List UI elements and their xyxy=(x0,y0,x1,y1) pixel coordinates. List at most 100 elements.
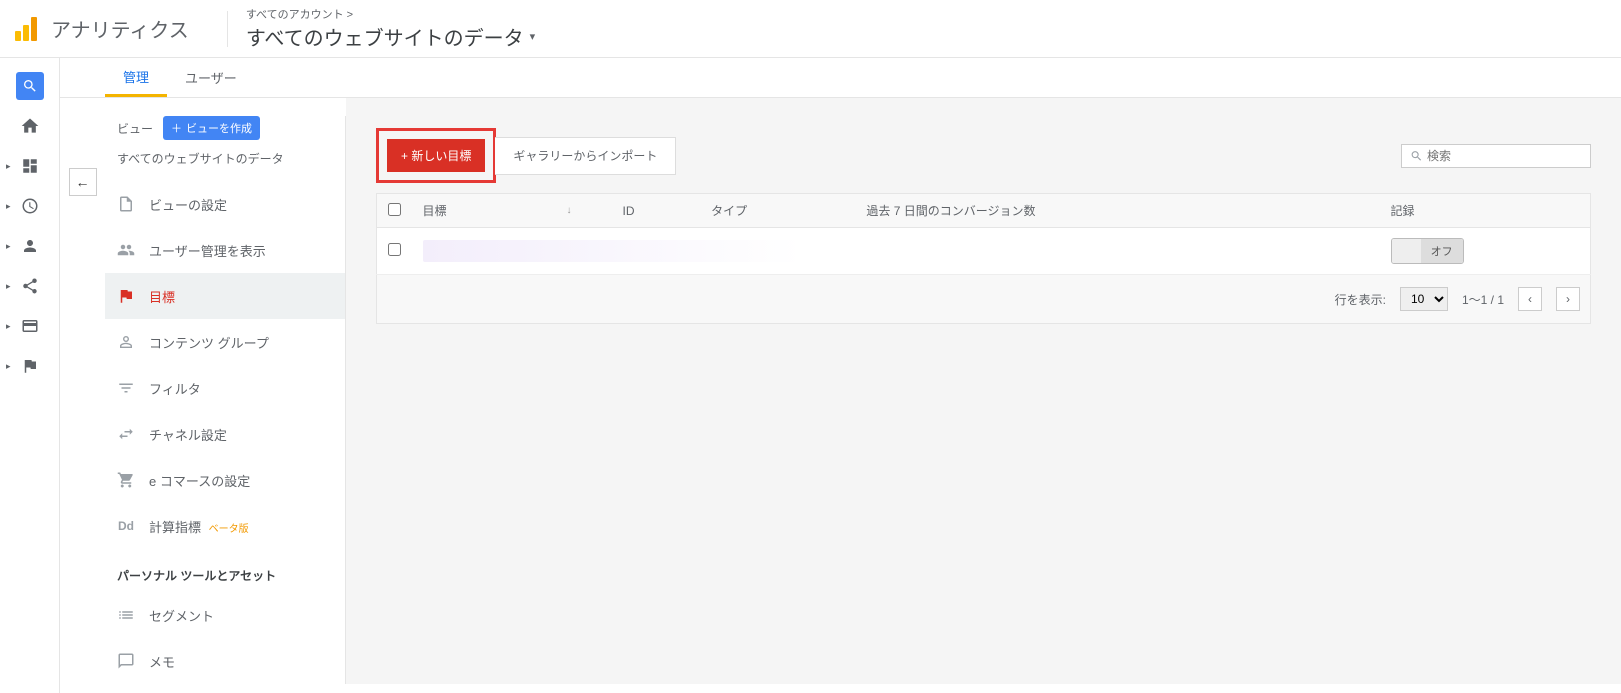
side-item-label: セグメント xyxy=(149,606,214,625)
col-conversions[interactable]: 過去 7 日間のコンバージョン数 xyxy=(856,194,1380,228)
col-id[interactable]: ID xyxy=(613,194,702,228)
user-icon xyxy=(21,237,39,255)
col-type[interactable]: タイプ xyxy=(701,194,856,228)
main-content: + 新しい目標 ギャラリーからインポート xyxy=(346,98,1621,684)
prev-page-button[interactable]: ‹ xyxy=(1518,287,1542,311)
rows-label: 行を表示: xyxy=(1335,291,1386,308)
redacted-cell xyxy=(423,240,1371,262)
create-view-button[interactable]: ＋ ビューを作成 xyxy=(163,116,260,140)
goals-table: 目標 ↓ ID タイプ 過去 7 日間のコンバージョン数 記録 xyxy=(376,193,1591,275)
search-input[interactable] xyxy=(1427,149,1582,163)
search-box[interactable] xyxy=(1401,144,1591,168)
caret-right-icon: ▸ xyxy=(6,201,11,212)
chat-icon xyxy=(117,652,135,670)
side-item-label: フィルタ xyxy=(149,379,201,398)
flag-icon xyxy=(117,287,135,305)
rail-behavior[interactable]: ▸ xyxy=(0,306,59,346)
create-view-label: ビューを作成 xyxy=(186,120,252,136)
chevron-right-icon: › xyxy=(1566,292,1570,306)
sort-down-icon: ↓ xyxy=(567,205,572,216)
side-filters[interactable]: フィルタ xyxy=(105,365,345,411)
chevron-left-icon: ‹ xyxy=(1528,292,1532,306)
rail-realtime[interactable]: ▸ xyxy=(0,186,59,226)
back-button[interactable]: ← xyxy=(69,168,97,196)
side-segments[interactable]: セグメント xyxy=(105,592,345,638)
breadcrumb-accounts: すべてのアカウント > xyxy=(246,6,535,22)
search-icon xyxy=(22,78,38,94)
row-checkbox[interactable] xyxy=(388,243,401,256)
cart-icon xyxy=(117,471,135,489)
rail-conversions[interactable]: ▸ xyxy=(0,346,59,386)
caret-right-icon: ▸ xyxy=(6,281,11,292)
next-page-button[interactable]: › xyxy=(1556,287,1580,311)
toggle-on-seg xyxy=(1392,239,1421,263)
side-notes[interactable]: メモ xyxy=(105,638,345,684)
rail-search[interactable] xyxy=(0,66,59,106)
arrow-left-icon: ← xyxy=(76,174,90,190)
side-view-settings[interactable]: ビューの設定 xyxy=(105,181,345,227)
side-item-label: ビューの設定 xyxy=(149,195,227,214)
people-icon xyxy=(117,241,135,259)
side-calc-metrics[interactable]: Dd 計算指標 ベータ版 xyxy=(105,503,345,549)
col-record[interactable]: 記録 xyxy=(1381,194,1591,228)
rows-select[interactable]: 10 xyxy=(1400,287,1448,311)
share-icon xyxy=(21,277,39,295)
side-ecommerce[interactable]: e コマースの設定 xyxy=(105,457,345,503)
toggle-off-seg: オフ xyxy=(1421,239,1463,263)
filter-icon xyxy=(117,379,135,397)
clock-icon xyxy=(21,197,39,215)
admin-tabs: 管理 ユーザー xyxy=(60,58,1621,98)
rail-customization[interactable]: ▸ xyxy=(0,146,59,186)
list-icon xyxy=(117,606,135,624)
app-header: アナリティクス すべてのアカウント > すべてのウェブサイトのデータ ▾ xyxy=(0,0,1621,58)
breadcrumb[interactable]: すべてのアカウント > すべてのウェブサイトのデータ ▾ xyxy=(246,6,535,51)
caret-right-icon: ▸ xyxy=(6,241,11,252)
side-item-label: メモ xyxy=(149,652,175,671)
tab-admin[interactable]: 管理 xyxy=(105,58,167,97)
select-all-checkbox[interactable] xyxy=(388,203,401,216)
dashboard-icon xyxy=(21,157,39,175)
side-channel[interactable]: チャネル設定 xyxy=(105,411,345,457)
side-item-label: e コマースの設定 xyxy=(149,471,250,490)
rail-home[interactable] xyxy=(0,106,59,146)
breadcrumb-title: すべてのウェブサイトのデータ xyxy=(246,22,524,51)
caret-right-icon: ▸ xyxy=(6,321,11,332)
product-name: アナリティクス xyxy=(51,14,189,43)
side-item-label: 計算指標 xyxy=(149,520,201,535)
page-range: 1～1 / 1 xyxy=(1462,291,1504,308)
view-side-panel: ビュー ＋ ビューを作成 すべてのウェブサイトのデータ ビューの設定 ユーザー管… xyxy=(105,98,345,684)
person-outline-icon xyxy=(117,333,135,351)
side-section-tools: パーソナル ツールとアセット xyxy=(105,549,345,592)
pager: 行を表示: 10 1～1 / 1 ‹ › xyxy=(376,275,1591,324)
side-item-label: コンテンツ グループ xyxy=(149,333,269,352)
side-item-label: 目標 xyxy=(149,287,175,306)
view-subtitle: すべてのウェブサイトのデータ xyxy=(105,140,345,181)
swap-icon xyxy=(117,425,135,443)
plus-icon: ＋ xyxy=(171,120,182,136)
col-goal[interactable]: 目標 xyxy=(423,202,447,219)
import-from-gallery[interactable]: ギャラリーからインポート xyxy=(495,137,676,175)
flag-icon xyxy=(21,357,39,375)
caret-right-icon: ▸ xyxy=(6,361,11,372)
new-goal-button[interactable]: + 新しい目標 xyxy=(387,139,485,172)
side-content-groups[interactable]: コンテンツ グループ xyxy=(105,319,345,365)
side-item-label: チャネル設定 xyxy=(149,425,227,444)
view-label: ビュー xyxy=(117,120,153,137)
rail-acquisition[interactable]: ▸ xyxy=(0,266,59,306)
document-icon xyxy=(117,195,135,213)
search-icon xyxy=(1410,149,1423,163)
rail-audience[interactable]: ▸ xyxy=(0,226,59,266)
beta-badge: ベータ版 xyxy=(209,524,249,535)
card-icon xyxy=(21,317,39,335)
side-user-mgmt[interactable]: ユーザー管理を表示 xyxy=(105,227,345,273)
side-item-label: ユーザー管理を表示 xyxy=(149,241,266,260)
divider xyxy=(227,11,228,47)
left-rail: ▸ ▸ ▸ ▸ ▸ ▸ xyxy=(0,58,60,693)
table-row: オフ xyxy=(377,228,1591,275)
dd-icon: Dd xyxy=(117,519,135,533)
ga-logo xyxy=(15,17,39,41)
record-toggle[interactable]: オフ xyxy=(1391,238,1464,264)
side-goals[interactable]: 目標 xyxy=(105,273,345,319)
highlight-new-goal: + 新しい目標 xyxy=(376,128,496,183)
tab-user[interactable]: ユーザー xyxy=(167,58,255,97)
